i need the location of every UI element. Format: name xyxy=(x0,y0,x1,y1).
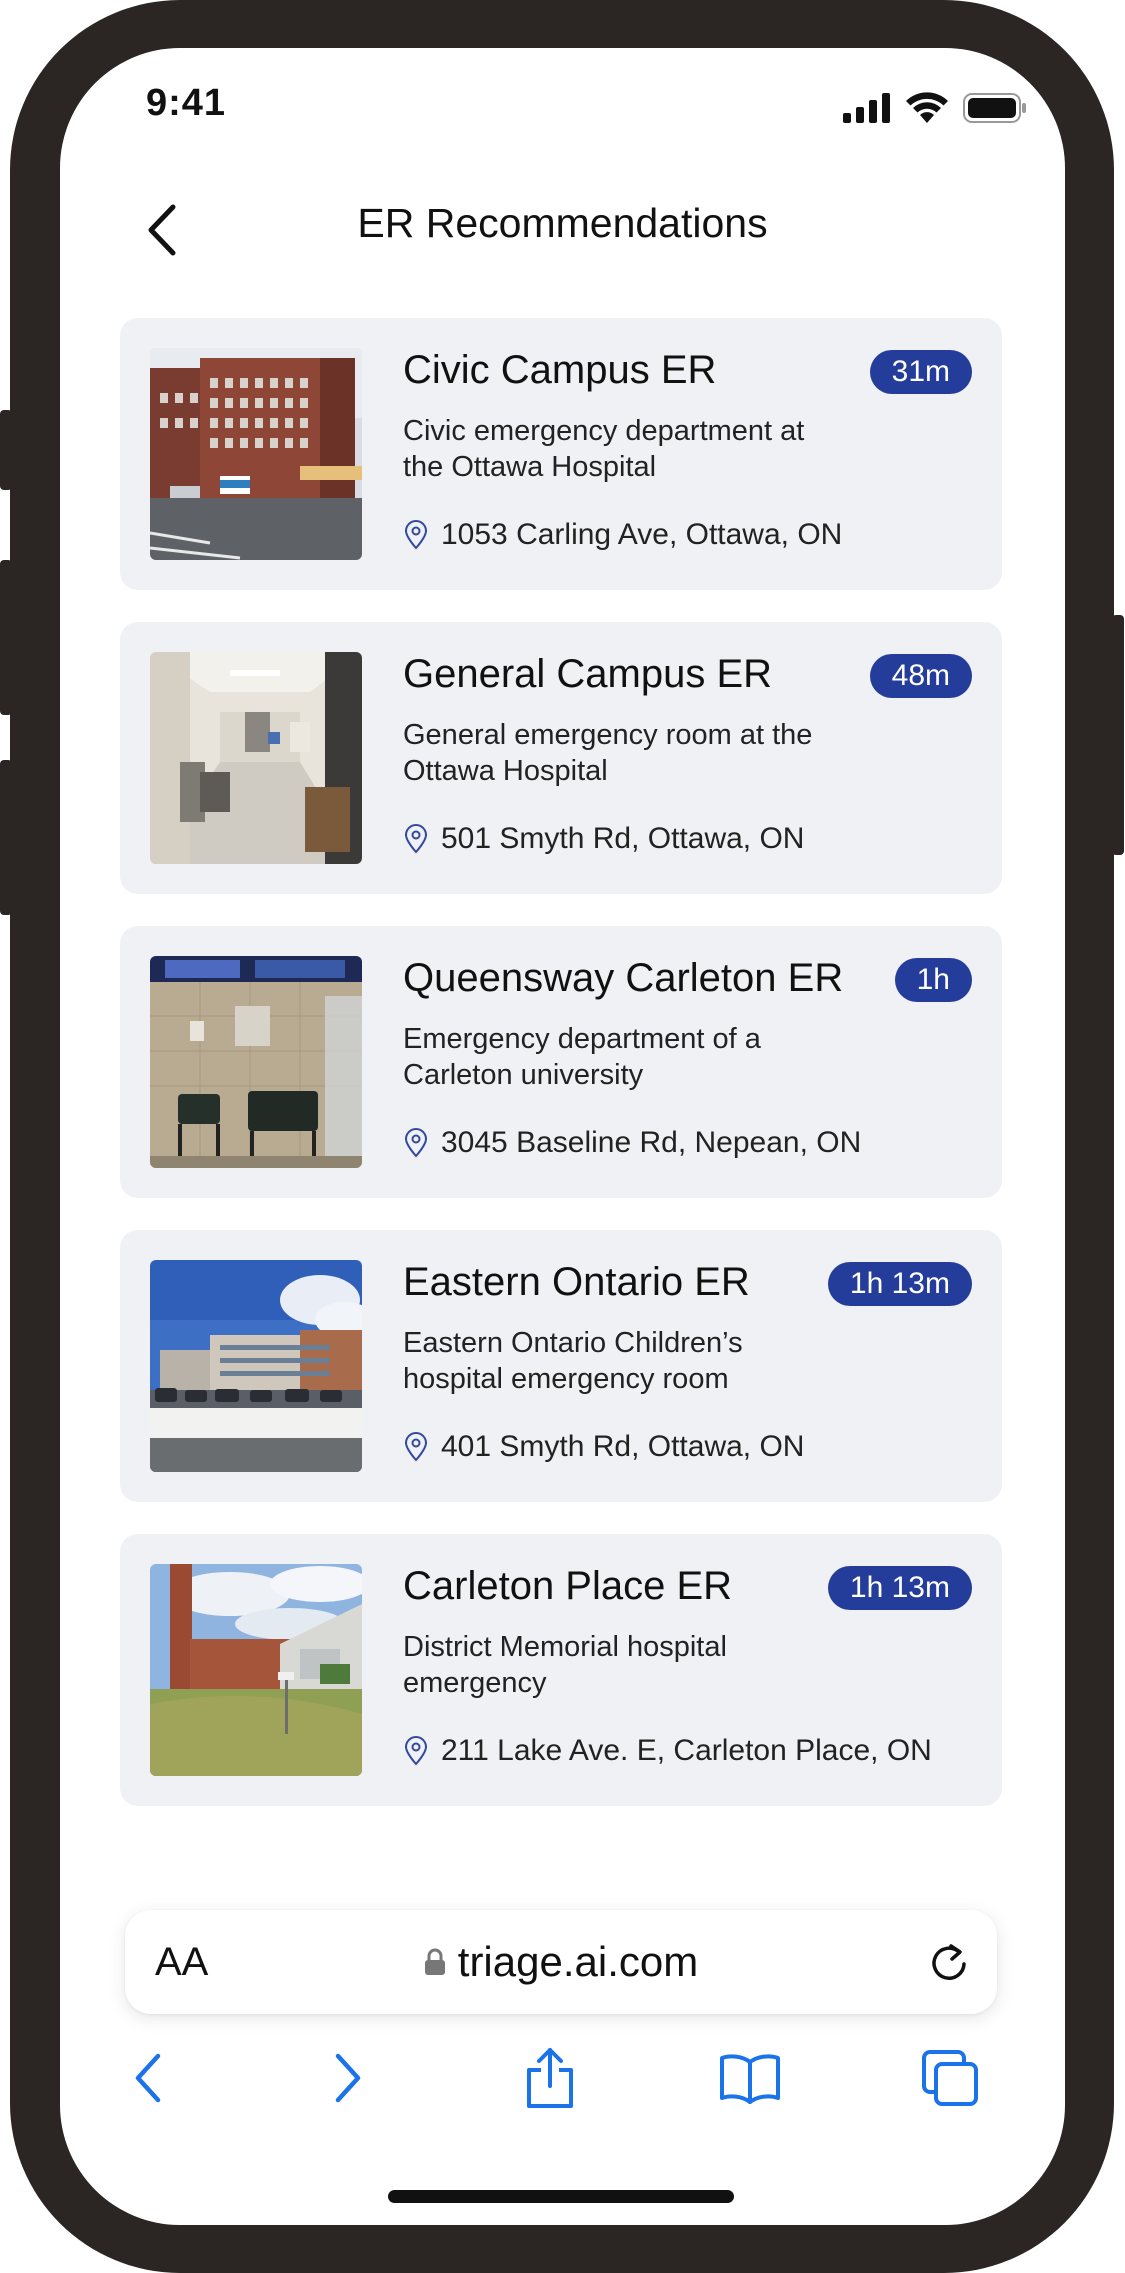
er-description: Emergency department of a Carleton unive… xyxy=(403,1023,761,1091)
share-button[interactable] xyxy=(510,2038,590,2118)
forward-arrow-icon xyxy=(335,2053,361,2103)
er-card[interactable]: General Campus ER 48m General emergency … xyxy=(120,622,1002,894)
reload-button[interactable] xyxy=(927,1940,971,1984)
phone-volume-up-button xyxy=(0,560,12,715)
phone-volume-down-button xyxy=(0,760,12,915)
hospital-hallway-photo xyxy=(150,652,362,864)
er-list: Civic Campus ER 31m Civic emergency depa… xyxy=(120,318,1002,1838)
er-address: 501 Smyth Rd, Ottawa, ON xyxy=(403,822,804,856)
er-description: Eastern Ontario Children’s hospital emer… xyxy=(403,1327,743,1395)
tabs-icon xyxy=(922,2050,978,2106)
wait-time-badge: 48m xyxy=(869,654,972,698)
address-field[interactable]: triage.ai.com xyxy=(125,1910,997,2014)
wait-time-badge: 31m xyxy=(869,350,972,394)
er-name: General Campus ER xyxy=(403,652,773,696)
er-address-text: 401 Smyth Rd, Ottawa, ON xyxy=(441,1430,805,1463)
er-name: Eastern Ontario ER xyxy=(403,1260,750,1304)
share-icon xyxy=(527,2048,573,2108)
er-description: District Memorial hospital emergency xyxy=(403,1631,727,1699)
phone-screen: 9:41 ER Recommendations Civic Campus ER … xyxy=(60,48,1065,2225)
er-description: General emergency room at the Ottawa Hos… xyxy=(403,719,813,787)
er-address-text: 3045 Baseline Rd, Nepean, ON xyxy=(441,1126,862,1159)
back-arrow-icon xyxy=(135,2053,161,2103)
er-description: Civic emergency department at the Ottawa… xyxy=(403,415,805,483)
er-address: 401 Smyth Rd, Ottawa, ON xyxy=(403,1430,804,1464)
home-indicator xyxy=(388,2190,734,2203)
wait-time-badge: 1h xyxy=(894,958,972,1002)
browser-toolbar xyxy=(60,2038,1065,2128)
status-time: 9:41 xyxy=(146,82,227,124)
bookmarks-icon xyxy=(720,2054,780,2104)
er-card[interactable]: Carleton Place ER 1h 13m District Memori… xyxy=(120,1534,1002,1806)
wait-time-badge: 1h 13m xyxy=(827,1262,972,1306)
location-pin-icon xyxy=(404,824,428,854)
er-address-text: 1053 Carling Ave, Ottawa, ON xyxy=(441,518,843,551)
location-pin-icon xyxy=(404,1432,428,1462)
tabs-button[interactable] xyxy=(910,2038,990,2118)
phone-mute-switch xyxy=(0,410,12,490)
phone-power-button xyxy=(1112,615,1124,855)
er-address-text: 501 Smyth Rd, Ottawa, ON xyxy=(441,822,805,855)
bookmarks-button[interactable] xyxy=(710,2038,790,2118)
cellular-signal-icon xyxy=(843,93,890,123)
hospital-building-photo xyxy=(150,348,362,560)
lock-icon xyxy=(424,1948,445,1975)
browser-back-button[interactable] xyxy=(108,2038,188,2118)
er-address-text: 211 Lake Ave. E, Carleton Place, ON xyxy=(441,1734,932,1767)
hospital-exterior-lawn-photo xyxy=(150,1564,362,1776)
er-card[interactable]: Eastern Ontario ER 1h 13m Eastern Ontari… xyxy=(120,1230,1002,1502)
er-address: 3045 Baseline Rd, Nepean, ON xyxy=(403,1126,861,1160)
er-address: 1053 Carling Ave, Ottawa, ON xyxy=(403,518,842,552)
er-name: Queensway Carleton ER xyxy=(403,956,844,1000)
er-name: Civic Campus ER xyxy=(403,348,717,392)
er-address: 211 Lake Ave. E, Carleton Place, ON xyxy=(403,1734,932,1768)
page-title: ER Recommendations xyxy=(357,200,768,246)
hospital-parking-lot-photo xyxy=(150,1260,362,1472)
wifi-icon xyxy=(906,92,948,123)
location-pin-icon xyxy=(404,1128,428,1158)
er-card[interactable]: Civic Campus ER 31m Civic emergency depa… xyxy=(120,318,1002,590)
wait-time-badge: 1h 13m xyxy=(827,1566,972,1610)
browser-url-bar[interactable]: AA triage.ai.com xyxy=(125,1910,997,2014)
status-icons xyxy=(843,92,1027,124)
er-name: Carleton Place ER xyxy=(403,1564,733,1608)
url-text: triage.ai.com xyxy=(457,1938,699,1985)
reload-icon xyxy=(932,1944,966,1980)
location-pin-icon xyxy=(404,520,428,550)
location-pin-icon xyxy=(404,1736,428,1766)
browser-forward-button[interactable] xyxy=(308,2038,388,2118)
er-card[interactable]: Queensway Carleton ER 1h Emergency depar… xyxy=(120,926,1002,1198)
battery-icon xyxy=(963,93,1026,123)
waiting-room-photo xyxy=(150,956,362,1168)
